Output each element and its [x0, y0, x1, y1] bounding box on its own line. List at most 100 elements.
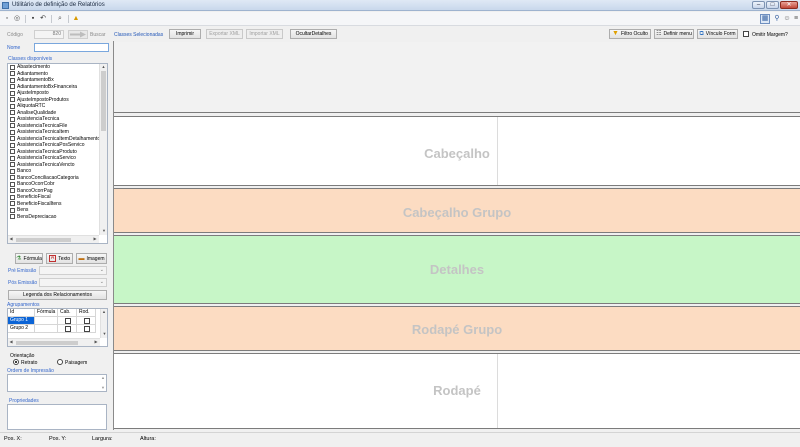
grid-header-cab[interactable]: Cab. [58, 309, 77, 317]
formula-button[interactable]: ⚗ Fórmula [15, 253, 43, 264]
class-checkbox[interactable] [10, 207, 15, 213]
class-checkbox[interactable] [10, 116, 15, 122]
scroll-right-icon[interactable]: ▶ [92, 236, 98, 242]
class-checkbox[interactable] [10, 149, 15, 155]
class-checkbox[interactable] [10, 110, 15, 116]
grid-icon[interactable]: ≡ [792, 15, 800, 23]
filtro-oculto-button[interactable]: ▼ Filtro Oculto [609, 29, 651, 39]
legenda-relacionamentos-button[interactable]: Legenda dos Relacionamentos [8, 290, 107, 300]
classes-list[interactable]: Abastecimento Adiantamento AdiantamentoBx A… [7, 63, 108, 244]
search-icon[interactable]: ⚲ [773, 15, 781, 23]
pos-emissao-select[interactable]: ⌄ [39, 278, 107, 287]
grid-header-formula[interactable]: Fórmula [35, 309, 58, 317]
class-checkbox[interactable] [10, 103, 15, 109]
cab-checkbox[interactable] [65, 326, 71, 332]
agrupamentos-grid[interactable]: Id Fórmula Cab. Rod. Grupo 1 Grupo 2 ▲ ▼… [7, 308, 108, 347]
texto-button[interactable]: A Texto [46, 253, 73, 264]
scroll-thumb[interactable] [101, 71, 106, 131]
class-checkbox[interactable] [10, 64, 15, 70]
codigo-field[interactable]: 820 [34, 30, 64, 39]
list-item[interactable]: BensDepreciacao [8, 214, 99, 221]
imprimir-button[interactable]: Imprimir [169, 29, 201, 39]
rod-checkbox[interactable] [84, 318, 90, 324]
grid-header-rod[interactable]: Rod. [77, 309, 96, 317]
class-checkbox[interactable] [10, 188, 15, 194]
scroll-up-icon[interactable]: ▲ [100, 64, 107, 70]
zoom-icon[interactable]: ⌕ [56, 15, 64, 23]
cabecalho-grupo-band[interactable]: Cabeçalho Grupo [114, 188, 800, 233]
scroll-right-icon[interactable]: ▶ [93, 339, 99, 345]
class-checkbox[interactable] [10, 155, 15, 161]
grid-vertical-scrollbar[interactable]: ▲ ▼ [100, 309, 107, 338]
grid-row-rod[interactable] [77, 325, 96, 333]
omitir-margem-checkbox[interactable] [743, 31, 749, 37]
grid-row-formula[interactable] [35, 317, 58, 325]
scroll-left-icon[interactable]: ◀ [8, 236, 14, 242]
scroll-down-icon[interactable]: ▼ [101, 385, 105, 390]
class-checkbox[interactable] [10, 194, 15, 200]
grid-row-cab[interactable] [58, 317, 77, 325]
nome-field[interactable] [34, 43, 109, 52]
definir-menu-button[interactable]: ☷ Definir menu [654, 29, 694, 39]
class-checkbox[interactable] [10, 77, 15, 83]
class-checkbox[interactable] [10, 181, 15, 187]
minimize-button[interactable]: – [752, 1, 765, 9]
grid-row-cab[interactable] [58, 325, 77, 333]
buscar-label[interactable]: Buscar [90, 32, 106, 38]
imagem-button[interactable]: ▬ Imagem [76, 253, 107, 264]
paisagem-radio[interactable] [57, 359, 63, 365]
grid-row-formula[interactable] [35, 325, 58, 333]
hscroll-thumb[interactable] [16, 238, 71, 242]
grid-horizontal-scrollbar[interactable]: ◀ ▶ [8, 338, 100, 346]
class-checkbox[interactable] [10, 123, 15, 129]
class-checkbox[interactable] [10, 168, 15, 174]
scroll-down-icon[interactable]: ▼ [100, 228, 107, 234]
arrow-right-icon[interactable] [68, 30, 88, 39]
grid-row-rod[interactable] [77, 317, 96, 325]
maximize-button[interactable]: □ [766, 1, 779, 9]
warning-icon[interactable]: ▲ [72, 15, 80, 23]
class-checkbox[interactable] [10, 129, 15, 135]
rodape-band[interactable]: Rodapé [114, 353, 800, 429]
scroll-up-icon[interactable]: ▲ [101, 309, 107, 315]
undo-icon[interactable]: ↶ [39, 15, 47, 23]
propriedades-box[interactable] [7, 404, 107, 430]
layout-icon[interactable]: ▦ [760, 14, 770, 24]
save-icon[interactable]: ▪ [29, 15, 37, 23]
cab-checkbox[interactable] [65, 318, 71, 324]
detalhes-band[interactable]: Detalhes [114, 235, 800, 304]
class-checkbox[interactable] [10, 162, 15, 168]
list-vertical-scrollbar[interactable]: ▲ ▼ [99, 64, 107, 235]
cabecalho-band[interactable]: Cabeçalho [114, 116, 800, 186]
grid-row-id[interactable]: Grupo 2 [8, 325, 35, 333]
user-icon[interactable]: ☺ [783, 15, 791, 23]
ocultar-detalhes-button[interactable]: OcultarDetalhes [290, 29, 337, 39]
class-checkbox[interactable] [10, 214, 15, 220]
rod-checkbox[interactable] [84, 326, 90, 332]
class-checkbox[interactable] [10, 84, 15, 90]
class-checkbox[interactable] [10, 136, 15, 142]
pre-emissao-select[interactable]: ⌄ [39, 266, 107, 275]
scroll-down-icon[interactable]: ▼ [101, 331, 107, 337]
close-button[interactable]: ✕ [780, 1, 798, 9]
new-icon[interactable]: ▫ [3, 15, 11, 23]
grid-row-id[interactable]: Grupo 1 [8, 317, 35, 325]
class-checkbox[interactable] [10, 175, 15, 181]
hscroll-thumb[interactable] [16, 341, 78, 345]
list-item[interactable]: AssistenciaTecnicaItemDetalhamento [8, 136, 99, 143]
scroll-left-icon[interactable]: ◀ [8, 339, 14, 345]
retrato-radio[interactable] [13, 359, 19, 365]
open-icon[interactable]: ◎ [13, 15, 21, 23]
class-checkbox[interactable] [10, 142, 15, 148]
list-horizontal-scrollbar[interactable]: ◀ ▶ [8, 235, 99, 243]
vinculo-form-button[interactable]: ⧉ Vínculo Form [697, 29, 738, 39]
rodape-grupo-band[interactable]: Rodapé Grupo [114, 306, 800, 351]
top-band[interactable] [114, 42, 800, 113]
grid-header-id[interactable]: Id [8, 309, 35, 317]
class-checkbox[interactable] [10, 201, 15, 207]
ordem-impressao-box[interactable]: ▲ ▼ [7, 374, 107, 392]
importar-xml-button[interactable]: Importar XML [246, 29, 283, 39]
class-checkbox[interactable] [10, 97, 15, 103]
class-checkbox[interactable] [10, 71, 15, 77]
class-checkbox[interactable] [10, 90, 15, 96]
